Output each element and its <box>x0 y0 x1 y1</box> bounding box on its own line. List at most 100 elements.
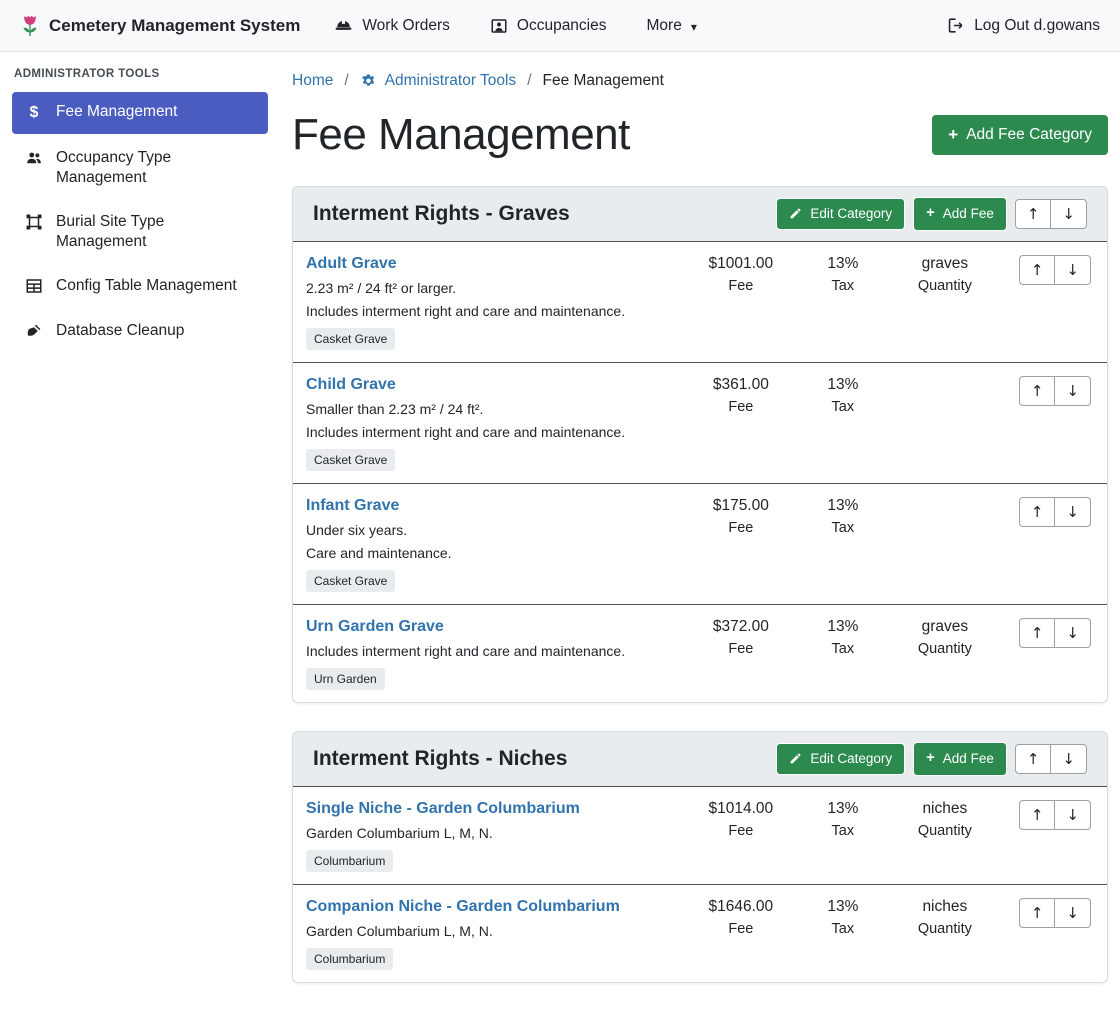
move-category-down-button[interactable]: ↓ <box>1051 744 1087 774</box>
fee-description: Garden Columbarium L, M, N. <box>306 923 681 939</box>
fee-name-link[interactable]: Companion Niche - Garden Columbarium <box>306 898 620 916</box>
fee-amount-label: Fee <box>681 278 801 294</box>
move-category-up-button[interactable]: ↑ <box>1015 744 1052 774</box>
fee-tax-column: 13% Tax <box>801 255 885 294</box>
fee-row: Child Grave Smaller than 2.23 m² / 24 ft… <box>293 363 1107 484</box>
nav-work-orders[interactable]: Work Orders <box>334 16 450 35</box>
move-fee-down-button[interactable]: ↓ <box>1055 376 1091 406</box>
fee-quantity: niches <box>885 800 1005 818</box>
fee-reorder-group: ↑ ↓ <box>1019 898 1091 928</box>
fee-reorder-group: ↑ ↓ <box>1019 376 1091 406</box>
fee-name-link[interactable]: Adult Grave <box>306 255 397 273</box>
fee-tax-label: Tax <box>801 641 885 657</box>
logout-link[interactable]: Log Out d.gowans <box>946 16 1100 35</box>
add-fee-label: Add Fee <box>943 751 994 767</box>
move-fee-down-button[interactable]: ↓ <box>1055 898 1091 928</box>
move-fee-down-button[interactable]: ↓ <box>1055 800 1091 830</box>
breadcrumb-home[interactable]: Home <box>292 72 333 90</box>
edit-category-label: Edit Category <box>810 751 892 767</box>
logout-icon <box>946 16 965 35</box>
brand-title: Cemetery Management System <box>49 16 300 36</box>
fee-amount-label: Fee <box>681 641 801 657</box>
fee-row: Single Niche - Garden Columbarium Garden… <box>293 787 1107 885</box>
add-fee-button[interactable]: + Add Fee <box>913 197 1007 231</box>
breadcrumb-separator: / <box>527 72 531 90</box>
main-nav: Work Orders Occupancies More ▾ <box>334 16 697 35</box>
fee-reorder-group: ↑ ↓ <box>1019 618 1091 648</box>
fee-amount-column: $175.00 Fee <box>681 497 801 536</box>
breadcrumb-admin-tools[interactable]: Administrator Tools <box>360 72 517 90</box>
fee-tax-column: 13% Tax <box>801 898 885 937</box>
nav-occupancies[interactable]: Occupancies <box>490 17 607 35</box>
add-fee-label: Add Fee <box>943 206 994 222</box>
fee-name-link[interactable]: Single Niche - Garden Columbarium <box>306 800 580 818</box>
fee-tax-column: 13% Tax <box>801 497 885 536</box>
fee-tax-label: Tax <box>801 823 885 839</box>
edit-category-button[interactable]: Edit Category <box>776 743 905 775</box>
edit-category-button[interactable]: Edit Category <box>776 198 905 230</box>
fee-amount: $361.00 <box>681 376 801 394</box>
fee-amount-column: $372.00 Fee <box>681 618 801 657</box>
fee-name-link[interactable]: Urn Garden Grave <box>306 618 444 636</box>
add-fee-button[interactable]: + Add Fee <box>913 742 1007 776</box>
broom-icon <box>24 322 44 340</box>
move-fee-down-button[interactable]: ↓ <box>1055 255 1091 285</box>
fee-descriptions: Smaller than 2.23 m² / 24 ft².Includes i… <box>306 401 681 440</box>
fee-description: Under six years. <box>306 522 681 538</box>
fee-descriptions: Under six years.Care and maintenance. <box>306 522 681 561</box>
fee-amount: $175.00 <box>681 497 801 515</box>
fee-tax: 13% <box>801 255 885 273</box>
move-fee-up-button[interactable]: ↑ <box>1019 618 1056 648</box>
sidebar-item-label: Fee Management <box>56 102 178 122</box>
fee-description: Includes interment right and care and ma… <box>306 643 681 659</box>
fee-amount-column: $1014.00 Fee <box>681 800 801 839</box>
move-fee-up-button[interactable]: ↑ <box>1019 376 1056 406</box>
hardhat-icon <box>334 16 353 35</box>
brand-link[interactable]: Cemetery Management System <box>20 14 300 38</box>
add-fee-category-button[interactable]: + Add Fee Category <box>932 115 1108 155</box>
fee-tax: 13% <box>801 497 885 515</box>
sidebar-heading: Administrator Tools <box>14 68 268 80</box>
fee-tax-label: Tax <box>801 278 885 294</box>
sidebar-nav: $ Fee Management Occupancy Type Management… <box>12 92 268 351</box>
fee-category-card: Interment Rights - Graves Edit Category … <box>292 186 1108 703</box>
sidebar-item-label: Occupancy Type Management <box>56 148 256 188</box>
move-fee-down-button[interactable]: ↓ <box>1055 497 1091 527</box>
fee-amount-column: $361.00 Fee <box>681 376 801 415</box>
move-fee-up-button[interactable]: ↑ <box>1019 497 1056 527</box>
sidebar: Administrator Tools $ Fee Management Occup… <box>0 52 280 371</box>
fee-name-link[interactable]: Infant Grave <box>306 497 399 515</box>
sidebar-item-burial-site-type-management[interactable]: Burial Site Type Management <box>12 202 268 262</box>
fee-reorder-group: ↑ ↓ <box>1019 497 1091 527</box>
breadcrumb-current: Fee Management <box>543 72 665 90</box>
fee-quantity-label: Quantity <box>885 641 1005 657</box>
sidebar-item-fee-management[interactable]: $ Fee Management <box>12 92 268 134</box>
dollar-icon: $ <box>24 103 44 124</box>
breadcrumb-separator: / <box>344 72 348 90</box>
move-fee-up-button[interactable]: ↑ <box>1019 255 1056 285</box>
nav-more[interactable]: More ▾ <box>647 17 697 35</box>
fee-tax-label: Tax <box>801 921 885 937</box>
move-category-down-button[interactable]: ↓ <box>1051 199 1087 229</box>
fee-amount: $372.00 <box>681 618 801 636</box>
fee-quantity: graves <box>885 618 1005 636</box>
fee-quantity: graves <box>885 255 1005 273</box>
plus-icon: + <box>948 125 958 145</box>
gear-icon <box>360 73 377 90</box>
fee-name-link[interactable]: Child Grave <box>306 376 396 394</box>
sidebar-item-config-table-management[interactable]: Config Table Management <box>12 266 268 306</box>
pencil-icon <box>789 752 802 765</box>
sidebar-item-database-cleanup[interactable]: Database Cleanup <box>12 311 268 351</box>
move-fee-down-button[interactable]: ↓ <box>1055 618 1091 648</box>
move-fee-up-button[interactable]: ↑ <box>1019 898 1056 928</box>
fee-description: Includes interment right and care and ma… <box>306 424 681 440</box>
fee-quantity-label: Quantity <box>885 921 1005 937</box>
fee-tax-column: 13% Tax <box>801 376 885 415</box>
fee-tax: 13% <box>801 618 885 636</box>
fee-tax-label: Tax <box>801 399 885 415</box>
top-navbar: Cemetery Management System Work Orders O… <box>0 0 1120 52</box>
fee-amount-column: $1001.00 Fee <box>681 255 801 294</box>
move-category-up-button[interactable]: ↑ <box>1015 199 1052 229</box>
sidebar-item-occupancy-type-management[interactable]: Occupancy Type Management <box>12 138 268 198</box>
move-fee-up-button[interactable]: ↑ <box>1019 800 1056 830</box>
